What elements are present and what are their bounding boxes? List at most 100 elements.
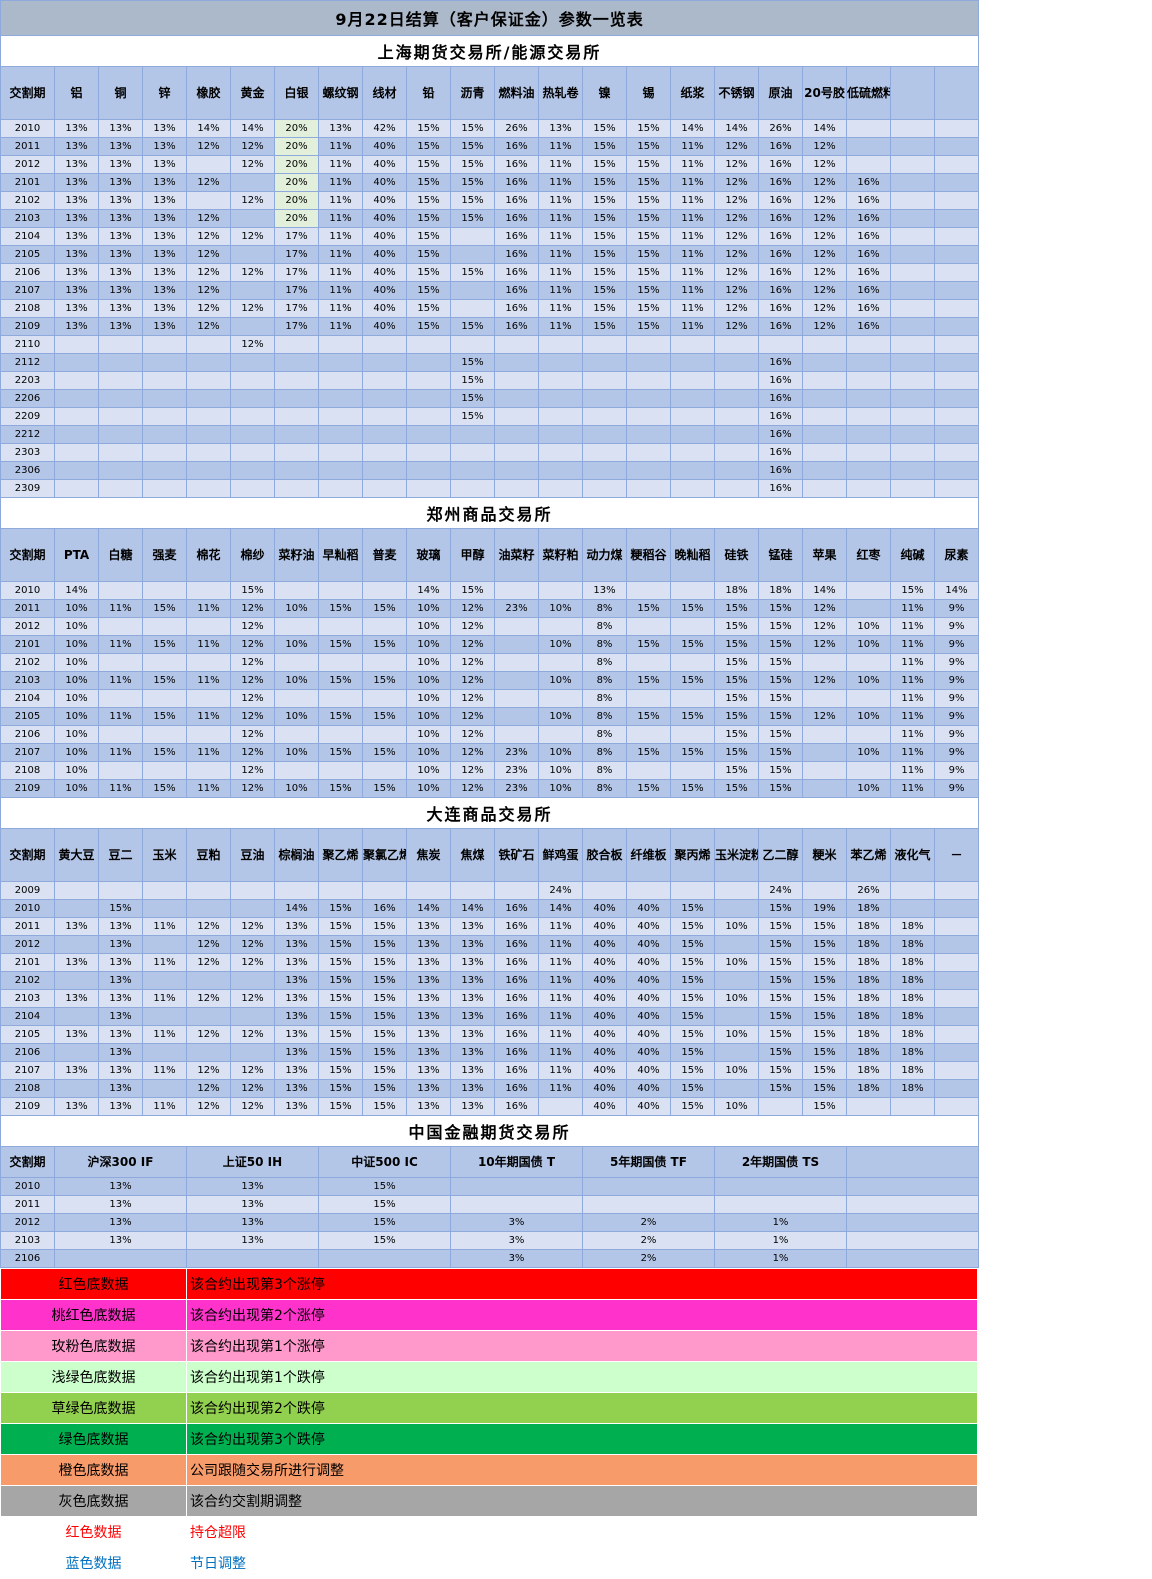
margin-cell: [54, 1079, 99, 1098]
margin-cell: [494, 425, 539, 444]
margin-cell: [933, 119, 980, 138]
margin-cell: [933, 173, 980, 192]
margin-cell: 11%: [890, 707, 935, 726]
margin-cell: 15%: [714, 635, 759, 654]
margin-cell: 16%: [758, 317, 803, 336]
delivery-period-cell: 2104: [0, 689, 55, 708]
legend-row: 红色底数据 该合约出现第3个涨停: [0, 1268, 978, 1300]
margin-cell: 9%: [933, 689, 980, 708]
margin-cell: 24%: [758, 881, 803, 900]
margin-cell: [802, 779, 847, 798]
margin-cell: [933, 389, 980, 408]
margin-cell: [362, 407, 407, 426]
margin-cell: 12%: [230, 707, 275, 726]
table-row: 2011 13% 13% 13% 12% 12% 20% 11% 40% 15% 15% 16% 11%…: [0, 137, 980, 156]
margin-cell: 10%: [714, 953, 759, 972]
margin-cell: 15%: [626, 209, 671, 228]
margin-cell: [230, 971, 275, 990]
margin-cell: 15%: [362, 1097, 407, 1116]
margin-cell: 13%: [318, 119, 363, 138]
margin-cell: 11%: [318, 245, 363, 264]
margin-cell: 10%: [274, 635, 319, 654]
margin-cell: [933, 137, 980, 156]
margin-cell: 18%: [890, 1079, 935, 1098]
exchange-title: 上海期货交易所/能源交易所: [0, 35, 980, 67]
margin-cell: 13%: [54, 299, 99, 318]
margin-cell: 15%: [670, 1043, 715, 1062]
margin-cell: 20%: [274, 173, 319, 192]
margin-cell: [274, 371, 319, 390]
margin-cell: [933, 443, 980, 462]
margin-cell: [274, 443, 319, 462]
header-product: 橡胶: [186, 66, 231, 120]
margin-cell: [230, 407, 275, 426]
legend-description: 该合约出现第1个涨停: [186, 1330, 978, 1362]
margin-cell: 14%: [802, 581, 847, 600]
table-row: 2209 15% 16%: [0, 407, 980, 426]
margin-cell: [406, 461, 451, 480]
margin-cell: 9%: [933, 653, 980, 672]
margin-cell: 12%: [186, 317, 231, 336]
margin-cell: [670, 389, 715, 408]
margin-cell: 40%: [362, 137, 407, 156]
header-product: 尿素: [933, 528, 980, 582]
margin-cell: 13%: [54, 1231, 187, 1250]
margin-cell: [230, 371, 275, 390]
margin-cell: [98, 581, 143, 600]
margin-cell: [933, 971, 980, 990]
delivery-period-cell: 2011: [0, 917, 55, 936]
margin-cell: 11%: [670, 299, 715, 318]
margin-cell: 11%: [142, 989, 187, 1008]
margin-cell: [450, 425, 495, 444]
margin-cell: [450, 1195, 583, 1214]
margin-cell: 13%: [142, 209, 187, 228]
margin-cell: 8%: [582, 635, 627, 654]
margin-cell: [846, 689, 891, 708]
margin-cell: 11%: [890, 599, 935, 618]
margin-cell: [274, 479, 319, 498]
margin-cell: 11%: [538, 917, 583, 936]
margin-cell: 15%: [362, 917, 407, 936]
margin-cell: [494, 881, 539, 900]
margin-cell: [846, 443, 891, 462]
margin-cell: [802, 689, 847, 708]
margin-cell: [230, 245, 275, 264]
margin-cell: 8%: [582, 671, 627, 690]
margin-cell: 15%: [582, 173, 627, 192]
header-product: 粳米: [802, 828, 847, 882]
margin-cell: 10%: [846, 617, 891, 636]
margin-cell: 15%: [714, 761, 759, 780]
margin-cell: 12%: [802, 299, 847, 318]
margin-cell: 16%: [758, 263, 803, 282]
margin-cell: [802, 461, 847, 480]
margin-cell: 12%: [230, 689, 275, 708]
margin-cell: [230, 317, 275, 336]
header-product: 聚丙烯: [670, 828, 715, 882]
margin-cell: [274, 617, 319, 636]
margin-cell: [362, 689, 407, 708]
margin-cell: 15%: [318, 671, 363, 690]
margin-cell: 12%: [802, 617, 847, 636]
margin-cell: 11%: [538, 1061, 583, 1080]
margin-cell: 12%: [450, 635, 495, 654]
margin-cell: 11%: [318, 227, 363, 246]
margin-cell: [626, 653, 671, 672]
delivery-period-cell: 2012: [0, 617, 55, 636]
margin-cell: 15%: [450, 389, 495, 408]
margin-cell: 15%: [318, 1097, 363, 1116]
margin-cell: 18%: [890, 935, 935, 954]
margin-cell: [846, 119, 891, 138]
margin-cell: [846, 137, 891, 156]
margin-cell: 11%: [538, 263, 583, 282]
margin-cell: 11%: [186, 779, 231, 798]
margin-cell: 15%: [450, 137, 495, 156]
margin-cell: 15%: [362, 635, 407, 654]
legend-row: 草绿色底数据 该合约出现第2个跌停: [0, 1392, 978, 1424]
header-product: 黄大豆: [54, 828, 99, 882]
margin-cell: [230, 1007, 275, 1026]
margin-cell: 12%: [714, 155, 759, 174]
margin-cell: 15%: [758, 935, 803, 954]
margin-cell: [714, 335, 759, 354]
margin-cell: 10%: [538, 779, 583, 798]
margin-cell: 16%: [758, 443, 803, 462]
